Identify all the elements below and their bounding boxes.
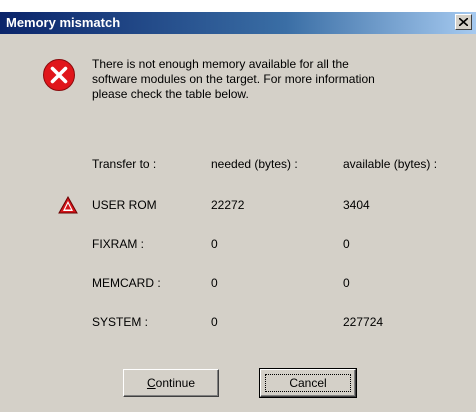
dialog-title: Memory mismatch <box>6 15 121 30</box>
row-needed: 22272 <box>211 198 245 212</box>
cancel-button[interactable]: Cancel <box>259 368 357 398</box>
message-line: please check the table below. <box>92 87 249 101</box>
row-target: FIXRAM : <box>92 237 145 251</box>
header-needed: needed (bytes) : <box>211 157 298 171</box>
row-available: 227724 <box>343 315 384 329</box>
table-row: FIXRAM : 0 0 <box>0 237 476 255</box>
table-row: MEMCARD : 0 0 <box>0 276 476 294</box>
row-needed: 0 <box>211 315 218 329</box>
focus-rectangle <box>265 374 351 392</box>
message-line: software modules on the target. For more… <box>92 72 375 86</box>
row-target: SYSTEM : <box>92 315 149 329</box>
row-available: 3404 <box>343 198 370 212</box>
table-header: Transfer to : needed (bytes) : available… <box>0 157 476 175</box>
row-needed: 0 <box>211 237 218 251</box>
memory-mismatch-dialog: Memory mismatch There is not enough memo… <box>0 12 476 412</box>
header-available: available (bytes) : <box>343 157 438 171</box>
row-available: 0 <box>343 276 350 290</box>
message-line: There is not enough memory available for… <box>92 57 349 71</box>
close-button[interactable] <box>455 14 472 30</box>
continue-label-rest: ontinue <box>155 376 196 390</box>
title-bar[interactable]: Memory mismatch <box>0 12 476 34</box>
header-transfer-to: Transfer to : <box>92 157 157 171</box>
error-icon <box>43 59 75 91</box>
continue-button[interactable]: Continue <box>123 369 219 397</box>
row-target: MEMCARD : <box>92 276 161 290</box>
error-message: There is not enough memory available for… <box>92 57 452 102</box>
row-needed: 0 <box>211 276 218 290</box>
table-row: SYSTEM : 0 227724 <box>0 315 476 333</box>
continue-mnemonic: C <box>146 376 156 390</box>
row-available: 0 <box>343 237 350 251</box>
close-icon <box>459 18 468 26</box>
table-row: USER ROM 22272 3404 <box>0 196 476 216</box>
row-target: USER ROM <box>92 198 157 212</box>
warning-icon <box>58 196 78 214</box>
